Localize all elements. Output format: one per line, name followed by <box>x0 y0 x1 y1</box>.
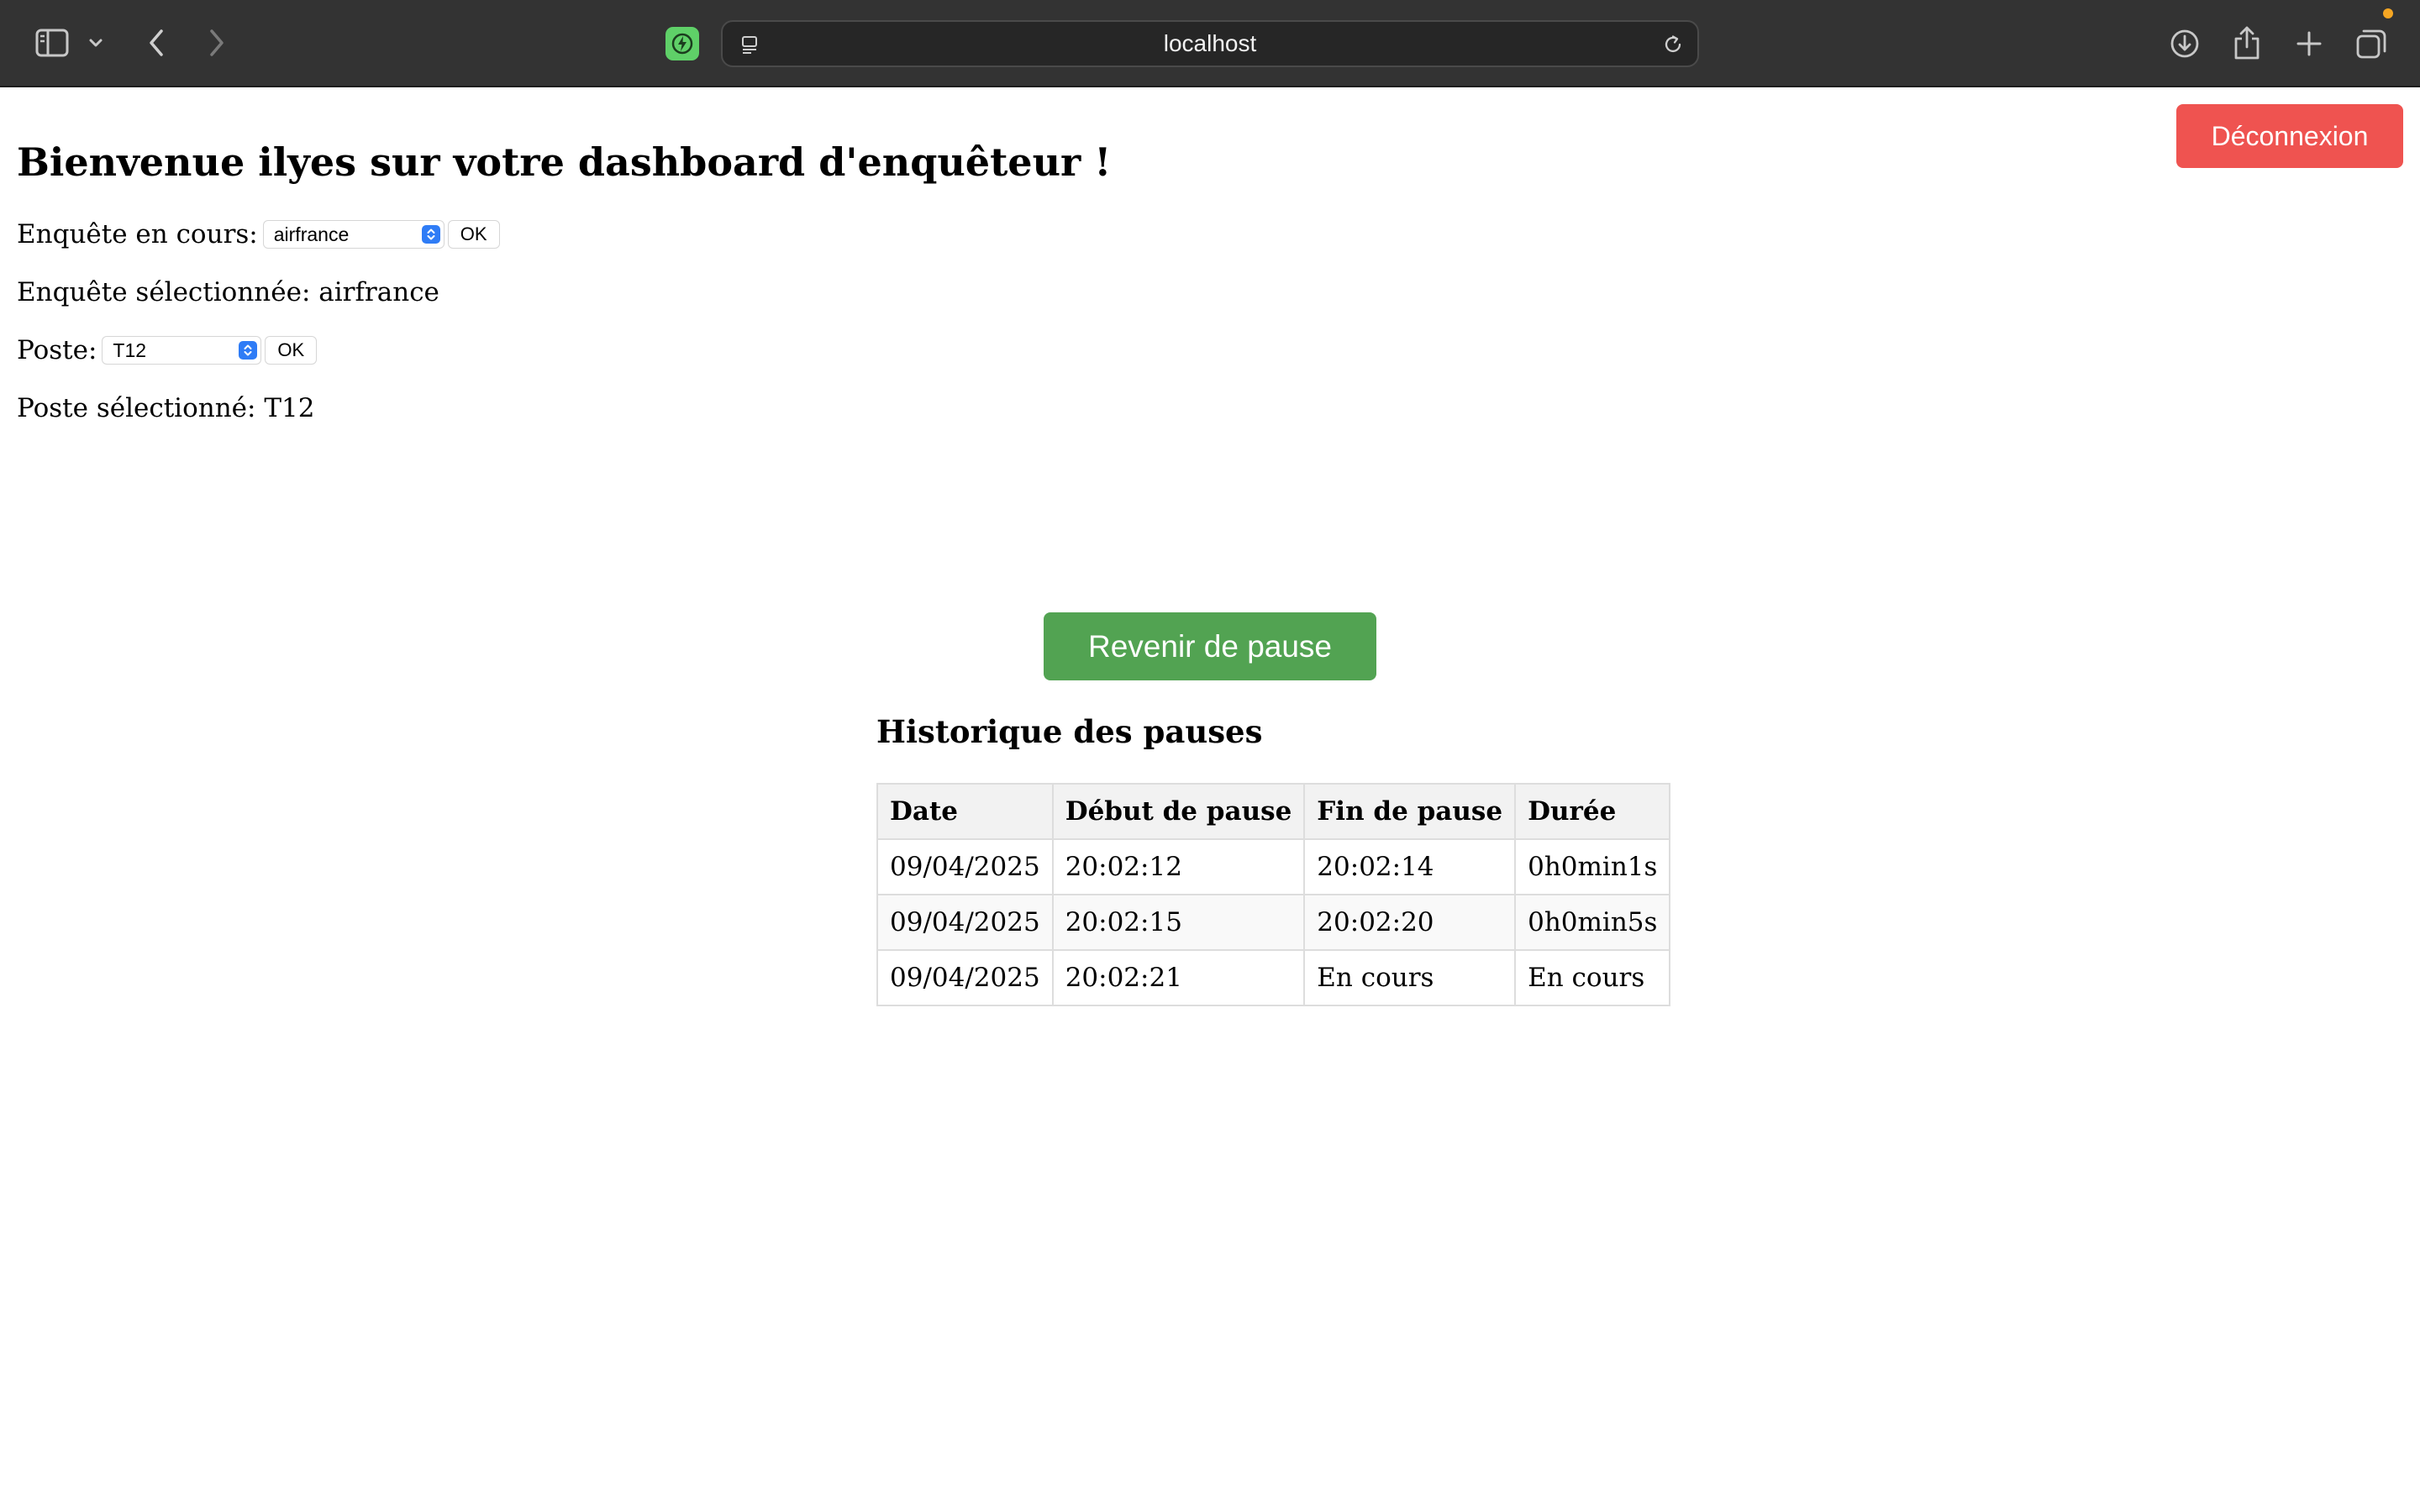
select-arrows-icon <box>421 225 440 244</box>
cell-date: 09/04/2025 <box>876 838 1054 895</box>
post-label: Poste: <box>17 335 97 365</box>
notification-dot <box>2383 8 2393 18</box>
table-row: 09/04/2025 20:02:21 En cours En cours <box>876 949 1671 1006</box>
lightning-extension-icon[interactable] <box>666 27 699 60</box>
survey-ok-button[interactable]: OK <box>447 220 500 249</box>
chevron-down-icon[interactable] <box>84 30 108 55</box>
survey-select-value: airfrance <box>273 223 350 245</box>
cell-pause-start: 20:02:12 <box>1051 838 1306 895</box>
reload-icon[interactable] <box>1660 32 1686 57</box>
page-title: Bienvenue ilyes sur votre dashboard d'en… <box>17 139 1112 185</box>
cell-pause-end: 20:02:20 <box>1303 894 1517 951</box>
back-button[interactable] <box>138 24 175 62</box>
plus-icon[interactable] <box>2289 24 2329 64</box>
cell-pause-start: 20:02:21 <box>1051 949 1306 1006</box>
cell-duration: 0h0min1s <box>1514 838 1671 895</box>
tabs-overview-icon[interactable] <box>2351 24 2391 64</box>
column-header-pause-end: Fin de pause <box>1303 783 1517 840</box>
sidebar-icon[interactable] <box>30 24 74 62</box>
table-row: 09/04/2025 20:02:15 20:02:20 0h0min5s <box>876 894 1671 951</box>
select-arrows-icon <box>239 341 258 360</box>
cell-date: 09/04/2025 <box>876 894 1054 951</box>
post-form: Poste: T12 OK <box>17 331 318 370</box>
column-header-pause-start: Début de pause <box>1051 783 1306 840</box>
pause-history-table: Date Début de pause Fin de pause Durée 0… <box>876 783 1671 1006</box>
forward-button[interactable] <box>198 24 235 62</box>
chevron-left-icon <box>150 29 163 56</box>
share-icon[interactable] <box>2228 22 2265 64</box>
download-icon[interactable] <box>2165 24 2205 64</box>
cell-duration: En cours <box>1514 949 1671 1006</box>
selected-post-text: Poste sélectionné: T12 <box>17 393 315 423</box>
chevron-right-icon <box>210 29 224 56</box>
column-header-date: Date <box>876 783 1054 840</box>
url-text: localhost <box>1163 30 1257 56</box>
survey-label: Enquête en cours: <box>17 219 258 249</box>
cell-duration: 0h0min5s <box>1514 894 1671 951</box>
post-select[interactable]: T12 <box>102 336 262 365</box>
survey-form: Enquête en cours: airfrance OK <box>17 215 500 254</box>
selected-survey-text: Enquête sélectionnée: airfrance <box>17 277 439 307</box>
post-ok-button[interactable]: OK <box>265 336 318 365</box>
cell-pause-end: 20:02:14 <box>1303 838 1517 895</box>
address-bar[interactable]: localhost <box>721 20 1699 67</box>
post-select-value: T12 <box>113 339 147 361</box>
logout-button[interactable]: Déconnexion <box>2176 104 2403 168</box>
pause-history-title: Historique des pauses <box>876 713 1263 750</box>
cell-pause-end: En cours <box>1303 949 1517 1006</box>
cell-date: 09/04/2025 <box>876 949 1054 1006</box>
resume-from-pause-button[interactable]: Revenir de pause <box>1044 612 1376 680</box>
table-row: 09/04/2025 20:02:12 20:02:14 0h0min1s <box>876 838 1671 895</box>
browser-toolbar: localhost <box>0 0 2420 87</box>
survey-select[interactable]: airfrance <box>262 220 445 249</box>
column-header-duration: Durée <box>1514 783 1671 840</box>
table-header-row: Date Début de pause Fin de pause Durée <box>876 783 1671 840</box>
cell-pause-start: 20:02:15 <box>1051 894 1306 951</box>
